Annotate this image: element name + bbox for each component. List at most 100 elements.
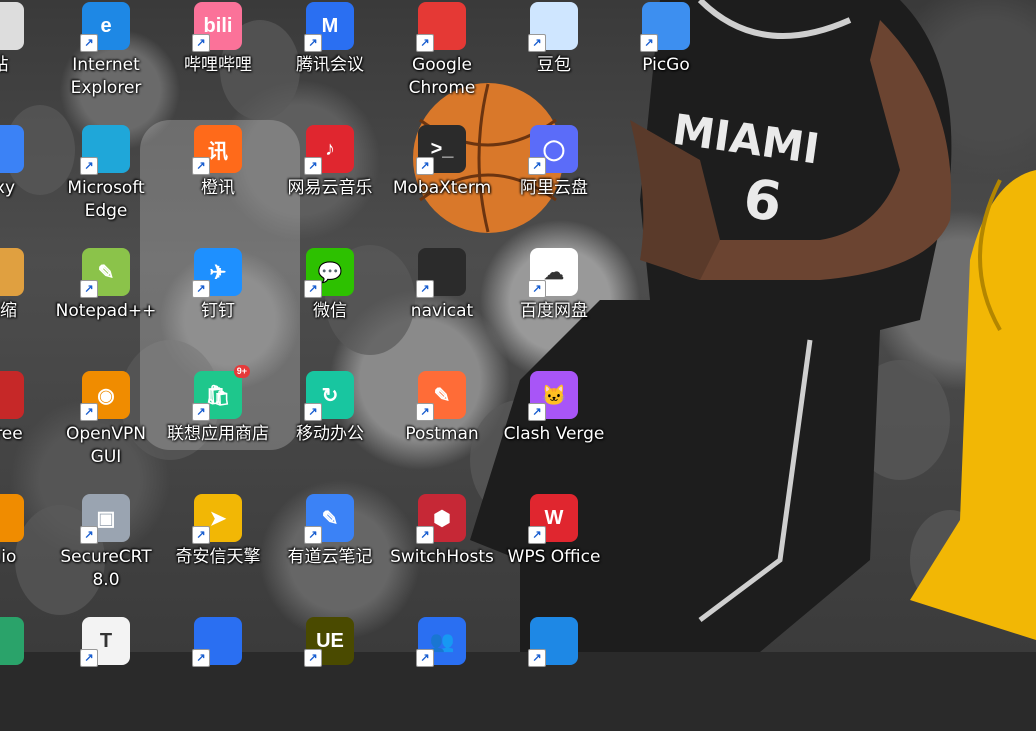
desktop-icon-recycle-bin[interactable]: ↗站 — [0, 0, 56, 116]
desktop-icon-netease-music[interactable]: ♪ ↗ 网易云音乐 — [274, 123, 386, 239]
lenovo-store-icon: 🛍 ↗ 9+ — [192, 365, 250, 421]
desktop-icon-label: navicat — [410, 301, 474, 321]
desktop-icon-youdao-note[interactable]: ✎ ↗ 有道云笔记 — [274, 492, 386, 608]
desktop-icon-label: 网易云音乐 — [287, 178, 373, 198]
edge-icon: ↗ — [80, 125, 130, 175]
partial-icon: ↗ — [0, 617, 24, 665]
desktop-icon-label: 橙讯 — [201, 178, 235, 198]
desktop-icon-wps[interactable]: W ↗ WPS Office — [498, 492, 610, 608]
shortcut-arrow-icon: ↗ — [528, 34, 546, 52]
desktop-icon-switchhosts[interactable]: ⬢ ↗ SwitchHosts — [386, 492, 498, 608]
desktop-icon-chengxun[interactable]: 讯 ↗ 橙讯 — [162, 123, 274, 239]
desktop-icon-label: 奇安信天擎 — [175, 547, 261, 567]
shortcut-arrow-icon: ↗ — [416, 34, 434, 52]
shortcut-arrow-icon: ↗ — [416, 403, 434, 421]
desktop-icon-label: 压缩 — [0, 301, 17, 321]
qianxin-icon: ➤ ↗ — [192, 494, 242, 544]
desktop-icon-label: Internet Explorer — [70, 55, 142, 98]
shortcut-arrow-icon: ↗ — [304, 157, 322, 175]
desktop-icon-archive[interactable]: ↗ 压缩 — [0, 246, 56, 362]
partial-icon: ↗ — [528, 617, 578, 667]
desktop-icon-label: 联想应用商店 — [167, 424, 269, 444]
shortcut-arrow-icon: ↗ — [192, 157, 210, 175]
desktop-icon-navicat[interactable]: ↗ navicat — [386, 246, 498, 362]
clash-verge-icon: 🐱 ↗ — [528, 371, 578, 421]
desktop-icon-securecrt[interactable]: ▣ ↗ SecureCRT 8.0 — [50, 492, 162, 608]
postman-icon: ✎ ↗ — [416, 371, 466, 421]
desktop-icon-doubao[interactable]: ↗ 豆包 — [498, 0, 610, 116]
shortcut-arrow-icon: ↗ — [192, 403, 210, 421]
desktop-icon-chrome[interactable]: ↗ Google Chrome — [386, 0, 498, 116]
desktop-icon-edge[interactable]: ↗ Microsoft Edge — [50, 123, 162, 239]
shortcut-arrow-icon: ↗ — [192, 526, 210, 544]
desktop-icon-notepadpp[interactable]: ✎ ↗ Notepad++ — [50, 246, 162, 362]
shortcut-arrow-icon: ↗ — [80, 34, 98, 52]
desktop-icon-qianxin[interactable]: ➤ ↗ 奇安信天擎 — [162, 492, 274, 608]
desktop-icon-partial[interactable]: ↗ — [0, 615, 56, 731]
internet-explorer-icon: e ↗ — [80, 2, 130, 52]
shortcut-arrow-icon: ↗ — [304, 403, 322, 421]
desktop-icon-postman[interactable]: ✎ ↗ Postman — [386, 369, 498, 485]
shortcut-arrow-icon: ↗ — [528, 157, 546, 175]
proxy-icon: ↗ — [0, 125, 24, 173]
desktop-icon-internet-explorer[interactable]: e ↗ Internet Explorer — [50, 0, 162, 116]
shortcut-arrow-icon: ↗ — [192, 280, 210, 298]
desktop-icon-clash-verge[interactable]: 🐱 ↗ Clash Verge — [498, 369, 610, 485]
desktop-icon-label: Postman — [405, 424, 479, 444]
recycle-bin-icon: ↗ — [0, 2, 24, 50]
desktop-icon-mobile-office[interactable]: ↻ ↗ 移动办公 — [274, 369, 386, 485]
shortcut-arrow-icon: ↗ — [304, 34, 322, 52]
desktop-icon-sourcetree[interactable]: ↗ vTree — [0, 369, 56, 485]
desktop-icon-baidu-netdisk[interactable]: ☁ ↗ 百度网盘 — [498, 246, 610, 362]
desktop-icon-mobaxterm[interactable]: >_ ↗ MobaXterm — [386, 123, 498, 239]
desktop-icon-ultraedit[interactable]: UE ↗ — [274, 615, 386, 731]
shortcut-arrow-icon: ↗ — [416, 526, 434, 544]
desktop-icon-label: 百度网盘 — [520, 301, 588, 321]
desktop-icon-label: WPS Office — [507, 547, 601, 567]
desktop-icon-label: 阿里云盘 — [520, 178, 588, 198]
desktop-icon-proxy[interactable]: ↗ oxy — [0, 123, 56, 239]
wechat-icon: 💬 ↗ — [304, 248, 354, 298]
notification-badge: 9+ — [233, 365, 250, 378]
aliyun-drive-icon: ◯ ↗ — [528, 125, 578, 175]
desktop-icon-label: vTree — [0, 424, 23, 444]
desktop-icon-label: 移动办公 — [296, 424, 364, 444]
desktop-icon-dingtalk[interactable]: ✈ ↗ 钉钉 — [162, 246, 274, 362]
navicat-icon: ↗ — [416, 248, 466, 298]
desktop-icon-aliyun-drive[interactable]: ◯ ↗ 阿里云盘 — [498, 123, 610, 239]
typora-icon: T ↗ — [80, 617, 130, 667]
desktop-icon-tencent-meeting[interactable]: M ↗ 腾讯会议 — [274, 0, 386, 116]
desktop-icon-label: Microsoft Edge — [67, 178, 145, 221]
mobaxterm-icon: >_ ↗ — [416, 125, 466, 175]
netease-music-icon: ♪ ↗ — [304, 125, 354, 175]
desktop-icon-label: SwitchHosts — [390, 547, 494, 567]
baidu-netdisk-icon: ☁ ↗ — [528, 248, 578, 298]
desktop-icon-drawio[interactable]: ↗ w.io — [0, 492, 56, 608]
desktop-icon-contacts[interactable]: 👥 ↗ — [386, 615, 498, 731]
desktop-icon-wechat[interactable]: 💬 ↗ 微信 — [274, 246, 386, 362]
notepadpp-icon: ✎ ↗ — [80, 248, 130, 298]
desktop-icon-bilibili[interactable]: bili ↗ 哔哩哔哩 — [162, 0, 274, 116]
desktop-icon-lenovo-store[interactable]: 🛍 ↗ 9+ 联想应用商店 — [162, 365, 274, 485]
ultraedit-icon: UE ↗ — [304, 617, 354, 667]
shortcut-arrow-icon: ↗ — [80, 157, 98, 175]
desktop-icon-label: MobaXterm — [392, 178, 492, 198]
drawio-icon: ↗ — [0, 494, 24, 542]
desktop-icon-openvpn[interactable]: ◉ ↗ OpenVPN GUI — [50, 369, 162, 485]
desktop-icon-label: 钉钉 — [201, 301, 235, 321]
desktop-icon-label: oxy — [0, 178, 15, 198]
desktop-icon-label: Google Chrome — [408, 55, 476, 98]
desktop-icon-partial[interactable]: ↗ — [498, 615, 610, 731]
desktop-icon-picgo[interactable]: ↗ PicGo — [610, 0, 722, 116]
partial-icon: ↗ — [192, 617, 242, 667]
shortcut-arrow-icon: ↗ — [640, 34, 658, 52]
shortcut-arrow-icon: ↗ — [192, 34, 210, 52]
securecrt-icon: ▣ ↗ — [80, 494, 130, 544]
desktop-icon-partial[interactable]: ↗ — [162, 615, 274, 731]
shortcut-arrow-icon: ↗ — [80, 403, 98, 421]
shortcut-arrow-icon: ↗ — [80, 526, 98, 544]
openvpn-icon: ◉ ↗ — [80, 371, 130, 421]
wps-icon: W ↗ — [528, 494, 578, 544]
desktop-icon-typora[interactable]: T ↗ — [50, 615, 162, 731]
shortcut-arrow-icon: ↗ — [416, 157, 434, 175]
